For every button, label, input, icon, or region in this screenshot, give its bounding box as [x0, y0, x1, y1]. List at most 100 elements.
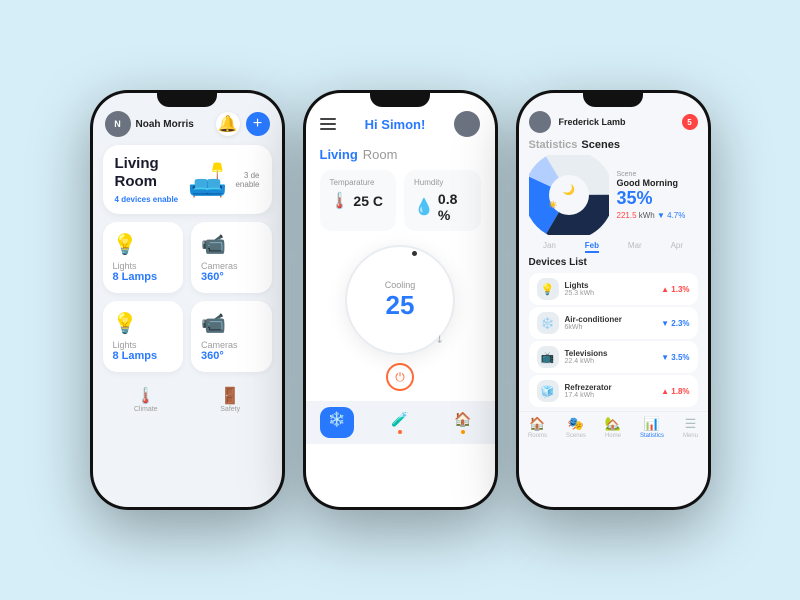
nav-label: Home — [605, 433, 621, 439]
device-change: ▼ 2.3% — [661, 319, 689, 328]
nav-label: Climate — [134, 406, 158, 413]
hamburger-line — [320, 128, 336, 130]
svg-text:☀️: ☀️ — [548, 200, 557, 209]
ac-thumb: ❄️ — [537, 312, 559, 334]
greeting-hi: Hi Simon! — [365, 117, 426, 132]
scene-percentage: 35% — [617, 188, 698, 209]
device-kwh: 6kWh — [565, 324, 656, 331]
username: Noah Morris — [136, 119, 194, 130]
dial-indicator — [412, 251, 417, 256]
nav-home[interactable]: 🏠 — [446, 407, 479, 438]
menu-button[interactable] — [320, 118, 336, 130]
device-grid: 💡 Lights 8 Lamps 📹 Cameras 360° 💡 Lights… — [93, 222, 282, 372]
kwh-value: 221.5 — [617, 211, 637, 220]
device-label: Cameras — [201, 261, 262, 271]
thermostat-dial[interactable]: Cooling 25 ↘ — [345, 245, 455, 355]
nav-dot — [398, 430, 402, 434]
extra-devices: 3 de enable — [235, 171, 259, 189]
device-label: Lights — [113, 261, 174, 271]
phone-3-screen: Frederick Lamb 5 Statistics Scenes — [519, 93, 708, 507]
bottom-nav: 🏠 Rooms 🎭 Scenes 🏡 Home 📊 Statistics ☰ M… — [519, 411, 708, 445]
chart-area: 🌙 ☀️ Scene Good Morning 35% 221.5 kWh ▼ … — [519, 155, 708, 239]
rooms-icon: 🏠 — [529, 416, 545, 432]
device-name: Lights — [565, 281, 656, 290]
user-avatar — [529, 111, 551, 133]
svg-text:🌙: 🌙 — [562, 183, 574, 196]
device-info: Air-conditioner 6kWh — [565, 315, 656, 331]
month-apr[interactable]: Apr — [671, 241, 683, 253]
scene-label: Scene — [617, 171, 698, 178]
section-title: Statistics Scenes — [519, 137, 708, 155]
room-icon: 🛋️ — [187, 161, 227, 199]
camera-icon: 📹 — [201, 311, 262, 336]
nav-safety[interactable]: 🚪 Safety — [220, 386, 240, 413]
bell-button[interactable]: 🔔 — [216, 112, 240, 136]
nav-scenes[interactable]: 🎭 Scenes — [566, 416, 586, 439]
device-card-cameras-2[interactable]: 📹 Cameras 360° — [191, 301, 272, 372]
notification-badge[interactable]: 5 — [682, 114, 698, 130]
nav-home[interactable]: 🏡 Home — [605, 416, 621, 439]
humidity-value: 0.8 % — [438, 191, 471, 223]
month-tabs: Jan Feb Mar Apr — [519, 239, 708, 257]
tv-thumb: 📺 — [537, 346, 559, 368]
nav-rooms[interactable]: 🏠 Rooms — [528, 416, 547, 439]
nav-ac[interactable]: ❄️ — [320, 407, 353, 438]
user-avatar — [454, 111, 480, 137]
device-card-cameras-1[interactable]: 📹 Cameras 360° — [191, 222, 272, 293]
device-value: 8 Lamps — [113, 271, 174, 283]
nav-menu[interactable]: ☰ Menu — [683, 416, 698, 439]
statistics-icon: 📊 — [644, 416, 660, 432]
phone-1-screen: N Noah Morris 🔔 + Living Room 4 devices … — [93, 93, 282, 507]
device-card-lights-2[interactable]: 💡 Lights 8 Lamps — [103, 301, 184, 372]
camera-icon: 📹 — [201, 232, 262, 257]
temperature-card: Temparature 🌡️ 25 C — [320, 170, 397, 231]
nav-climate[interactable]: 🌡️ Climate — [134, 386, 158, 413]
cooling-value: 25 — [386, 290, 415, 321]
phone-2-screen: Hi Simon! Living Room Temparature 🌡️ 25 … — [306, 93, 495, 507]
device-kwh: 25.3 kWh — [565, 290, 656, 297]
temp-value: 25 C — [353, 193, 383, 209]
username: Frederick Lamb — [559, 117, 626, 127]
hamburger-line — [320, 118, 336, 120]
month-jan[interactable]: Jan — [543, 241, 556, 253]
scenes-label: Scenes — [581, 139, 620, 151]
greeting-text: Hi Simon! — [365, 117, 426, 132]
user-avatar: N — [105, 111, 131, 137]
device-kwh: 17.4 kWh — [565, 392, 656, 399]
device-change: ▼ 3.5% — [661, 353, 689, 362]
kwh-stats: 221.5 kWh ▼ 4.7% — [617, 211, 698, 220]
device-row-ac[interactable]: ❄️ Air-conditioner 6kWh ▼ 2.3% — [529, 307, 698, 339]
cooling-label: Cooling — [385, 280, 416, 290]
room-suffix: Room — [363, 147, 398, 162]
nav-dot — [461, 430, 465, 434]
device-row-tv[interactable]: 📺 Televisions 22.4 kWh ▼ 3.5% — [529, 341, 698, 373]
nav-label: Scenes — [566, 433, 586, 439]
device-change: ▲ 1.3% — [661, 285, 689, 294]
nav-lab[interactable]: 🧪 — [383, 407, 416, 438]
thermometer-icon: 🌡️ — [330, 191, 350, 211]
device-row-lights[interactable]: 💡 Lights 25.3 kWh ▲ 1.3% — [529, 273, 698, 305]
water-icon: 💧 — [414, 197, 434, 217]
month-feb[interactable]: Feb — [585, 241, 599, 253]
device-name: Air-conditioner — [565, 315, 656, 324]
room-info: Living Room 4 devices enable — [115, 155, 188, 204]
power-button[interactable]: ⏻ — [386, 363, 414, 391]
add-button[interactable]: + — [246, 112, 270, 136]
nav-statistics[interactable]: 📊 Statistics — [640, 416, 664, 439]
header-actions: 🔔 + — [216, 112, 270, 136]
kwh-change: ▼ 4.7% — [657, 211, 685, 220]
lamp-icon: 💡 — [113, 232, 174, 257]
device-value: 360° — [201, 271, 262, 283]
bottom-nav: ❄️ 🧪 🏠 — [306, 401, 495, 444]
device-value: 8 Lamps — [113, 350, 174, 362]
notch-2 — [370, 93, 430, 107]
nav-label: Menu — [683, 433, 698, 439]
device-row-fridge[interactable]: 🧊 Refrezеrator 17.4 kWh ▲ 1.8% — [529, 375, 698, 407]
devices-title: Devices List — [519, 257, 708, 271]
room-card[interactable]: Living Room 4 devices enable 🛋️ 3 de ena… — [103, 145, 272, 214]
device-card-lights-1[interactable]: 💡 Lights 8 Lamps — [103, 222, 184, 293]
nav-label: Safety — [220, 406, 240, 413]
month-mar[interactable]: Mar — [628, 241, 642, 253]
device-info: Televisions 22.4 kWh — [565, 349, 656, 365]
phone-3: Frederick Lamb 5 Statistics Scenes — [516, 90, 711, 510]
